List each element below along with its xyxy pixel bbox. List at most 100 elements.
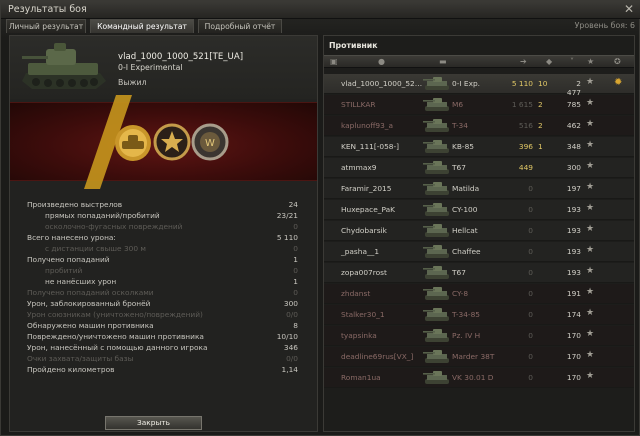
- player-row[interactable]: vlad_1000_1000_52… 0-I Exp. 5 110 10 2 477 ★ ✹: [324, 74, 634, 97]
- tank-name: T-34: [452, 121, 468, 130]
- xp-value: 300: [566, 163, 581, 172]
- player-name: _pasha__1: [341, 247, 380, 256]
- stat-value: 0/0: [286, 354, 298, 363]
- sort-chevron-icon[interactable]: ˅: [570, 57, 574, 66]
- medal-icon[interactable]: [153, 123, 191, 161]
- tank-name: KB-85: [452, 142, 474, 151]
- player-row[interactable]: Roman1ua VK 30.01 D 0 170 ★: [324, 368, 634, 388]
- stat-value: 23/21: [276, 211, 298, 220]
- player-row[interactable]: deadline69rus[VX_] Marder 38T 0 170 ★: [324, 347, 634, 367]
- vehicle-header: vlad_1000_1000_521[TE_UA] 0-I Experiment…: [10, 36, 317, 99]
- tank-name: 0-I Experimental: [118, 63, 183, 72]
- stat-label: с дистанции свыше 300 м: [45, 244, 146, 253]
- tab-detailed-report[interactable]: Подробный отчёт: [198, 19, 282, 33]
- xp-icon[interactable]: ★: [587, 57, 594, 66]
- damage-icon[interactable]: ➔: [520, 57, 527, 66]
- tank-icon: [423, 98, 449, 111]
- damage-value: 0: [528, 331, 533, 340]
- title-bar[interactable]: Результаты боя ✕: [1, 1, 640, 19]
- player-row[interactable]: kaplunoff93_a T-34 516 2 462 ★: [324, 116, 634, 136]
- player-row[interactable]: Huxepace_PaK CY-100 0 193 ★: [324, 200, 634, 220]
- player-name: tyapsinka: [341, 331, 377, 340]
- tank-icon: [423, 245, 449, 258]
- tab-bar: Личный результат Командный результат Под…: [1, 19, 640, 34]
- xp-value: 193: [566, 268, 581, 277]
- player-row[interactable]: STILLKAR M6 1 615 2 785 ★: [324, 95, 634, 115]
- tank-icon: [423, 350, 449, 363]
- stat-label: Повреждено/уничтожено машин противника: [27, 332, 204, 341]
- player-row[interactable]: tyapsinka Pz. IV H 0 170 ★: [324, 326, 634, 346]
- star-icon: ★: [586, 245, 595, 255]
- stat-label: осколочно-фугасных повреждений: [45, 222, 183, 231]
- player-row[interactable]: Stalker30_1 T-34-85 0 174 ★: [324, 305, 634, 325]
- kills-value: 2: [538, 121, 543, 130]
- stat-row: пробитий 0: [10, 266, 317, 277]
- player-name: vlad_1000_1000_521[TE_UA]: [118, 52, 244, 62]
- player-row[interactable]: atmmax9 T67 449 300 ★: [324, 158, 634, 178]
- tank-name: M6: [452, 100, 464, 109]
- xp-value: 462: [566, 121, 581, 130]
- stat-row: Произведено выстрелов 24: [10, 200, 317, 211]
- stat-value: 24: [288, 200, 298, 209]
- xp-value: 170: [566, 352, 581, 361]
- stat-row: Урон, заблокированный бронёй 300: [10, 299, 317, 310]
- player-name: Huxepace_PaK: [341, 205, 395, 214]
- star-icon: ★: [586, 350, 595, 360]
- close-icon[interactable]: ✕: [624, 2, 634, 16]
- tank-icon: [423, 119, 449, 132]
- player-name: zopa007rost: [341, 268, 387, 277]
- tank-icon: [423, 287, 449, 300]
- player-row[interactable]: _pasha__1 Chaffee 0 193 ★: [324, 242, 634, 262]
- close-button[interactable]: Закрыть: [105, 416, 202, 430]
- tank-name: VK 30.01 D: [452, 373, 494, 382]
- player-row[interactable]: Chydobarsik Hellcat 0 193 ★: [324, 221, 634, 241]
- stat-label: Всего нанесено урона:: [27, 233, 116, 242]
- damage-value: 0: [528, 373, 533, 382]
- tank-icon: [423, 77, 449, 90]
- squad-icon[interactable]: ▣: [330, 57, 338, 66]
- player-name: kaplunoff93_a: [341, 121, 394, 130]
- stat-row: Урон, нанесённый с помощью данного игрок…: [10, 343, 317, 354]
- tank-icon: [423, 140, 449, 153]
- tank-name: Chaffee: [452, 247, 481, 256]
- player-row[interactable]: Faramir_2015 Matilda 0 197 ★: [324, 179, 634, 199]
- tank-award-icon[interactable]: [113, 123, 153, 163]
- stat-value: 1,14: [281, 365, 298, 374]
- xp-value: 170: [566, 373, 581, 382]
- tank-icon: [423, 203, 449, 216]
- xp-value: 197: [566, 184, 581, 193]
- stat-label: Получено попаданий: [27, 255, 110, 264]
- player-name: Stalker30_1: [341, 310, 385, 319]
- tab-team-result[interactable]: Командный результат: [90, 19, 194, 33]
- medal-column-icon[interactable]: ✪: [614, 57, 621, 66]
- star-icon: ★: [586, 182, 595, 192]
- damage-value: 0: [528, 247, 533, 256]
- tab-personal-result[interactable]: Личный результат: [6, 19, 86, 33]
- xp-value: 193: [566, 247, 581, 256]
- damage-value: 0: [528, 310, 533, 319]
- stat-label: Пройдено километров: [27, 365, 115, 374]
- kills-value: 2: [538, 100, 543, 109]
- player-row[interactable]: KEN_111[-058-] KB-85 396 1 348 ★: [324, 137, 634, 157]
- star-icon: ★: [586, 161, 595, 171]
- awards-banner: W: [10, 95, 317, 189]
- xp-value: 348: [566, 142, 581, 151]
- player-name: zhdanst: [341, 289, 371, 298]
- tank-name: Hellcat: [452, 226, 478, 235]
- player-row[interactable]: zhdanst CY-8 0 191 ★: [324, 284, 634, 304]
- player-name: STILLKAR: [341, 100, 376, 109]
- stat-row: Обнаружено машин противника 8: [10, 321, 317, 332]
- stat-row: с дистанции свыше 300 м 0: [10, 244, 317, 255]
- kills-icon[interactable]: ◆: [546, 57, 552, 66]
- damage-value: 449: [518, 163, 533, 172]
- badge-icon[interactable]: W: [191, 123, 229, 161]
- tank-name: 0-I Exp.: [452, 79, 480, 88]
- tank-name: CY-8: [452, 289, 469, 298]
- damage-value: 0: [528, 352, 533, 361]
- player-icon[interactable]: ●: [378, 57, 385, 66]
- tank-icon: [22, 43, 106, 89]
- player-name: Chydobarsik: [341, 226, 387, 235]
- xp-value: 170: [566, 331, 581, 340]
- player-row[interactable]: zopa007rost T67 0 193 ★: [324, 263, 634, 283]
- tank-column-icon[interactable]: ▬: [439, 57, 447, 66]
